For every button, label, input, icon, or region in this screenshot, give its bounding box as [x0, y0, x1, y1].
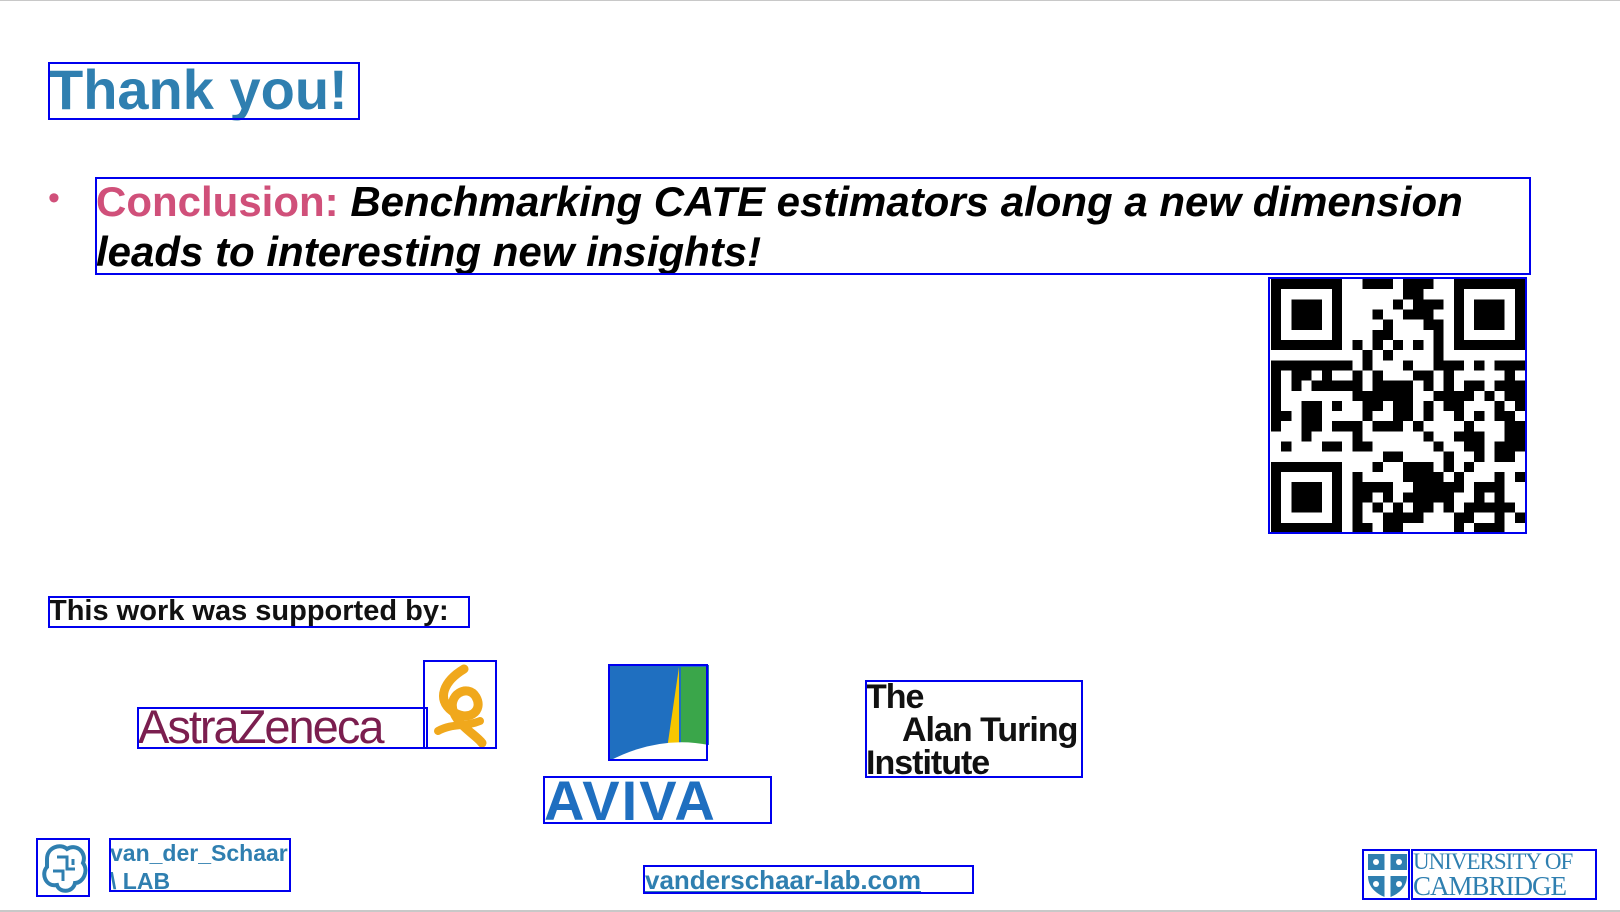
aviva-mark-box: [608, 664, 708, 761]
supported-highlight-box: [48, 596, 470, 628]
bullet-dot: •: [48, 179, 60, 217]
lab-logo-box: [36, 838, 90, 897]
url-highlight-box: [643, 865, 974, 894]
astrazeneca-mark-box: [423, 660, 497, 749]
bullet-highlight-box: [95, 177, 1531, 275]
lab-name-box: [109, 838, 291, 892]
aviva-text-box: [543, 776, 772, 824]
turing-highlight-box: [865, 680, 1083, 778]
top-divider: [0, 0, 1620, 1]
qr-highlight-box: [1268, 277, 1527, 534]
astrazeneca-text-box: [137, 707, 428, 749]
cambridge-crest-box: [1362, 849, 1410, 900]
title-highlight-box: [48, 62, 360, 120]
cambridge-text-box: [1411, 849, 1597, 900]
